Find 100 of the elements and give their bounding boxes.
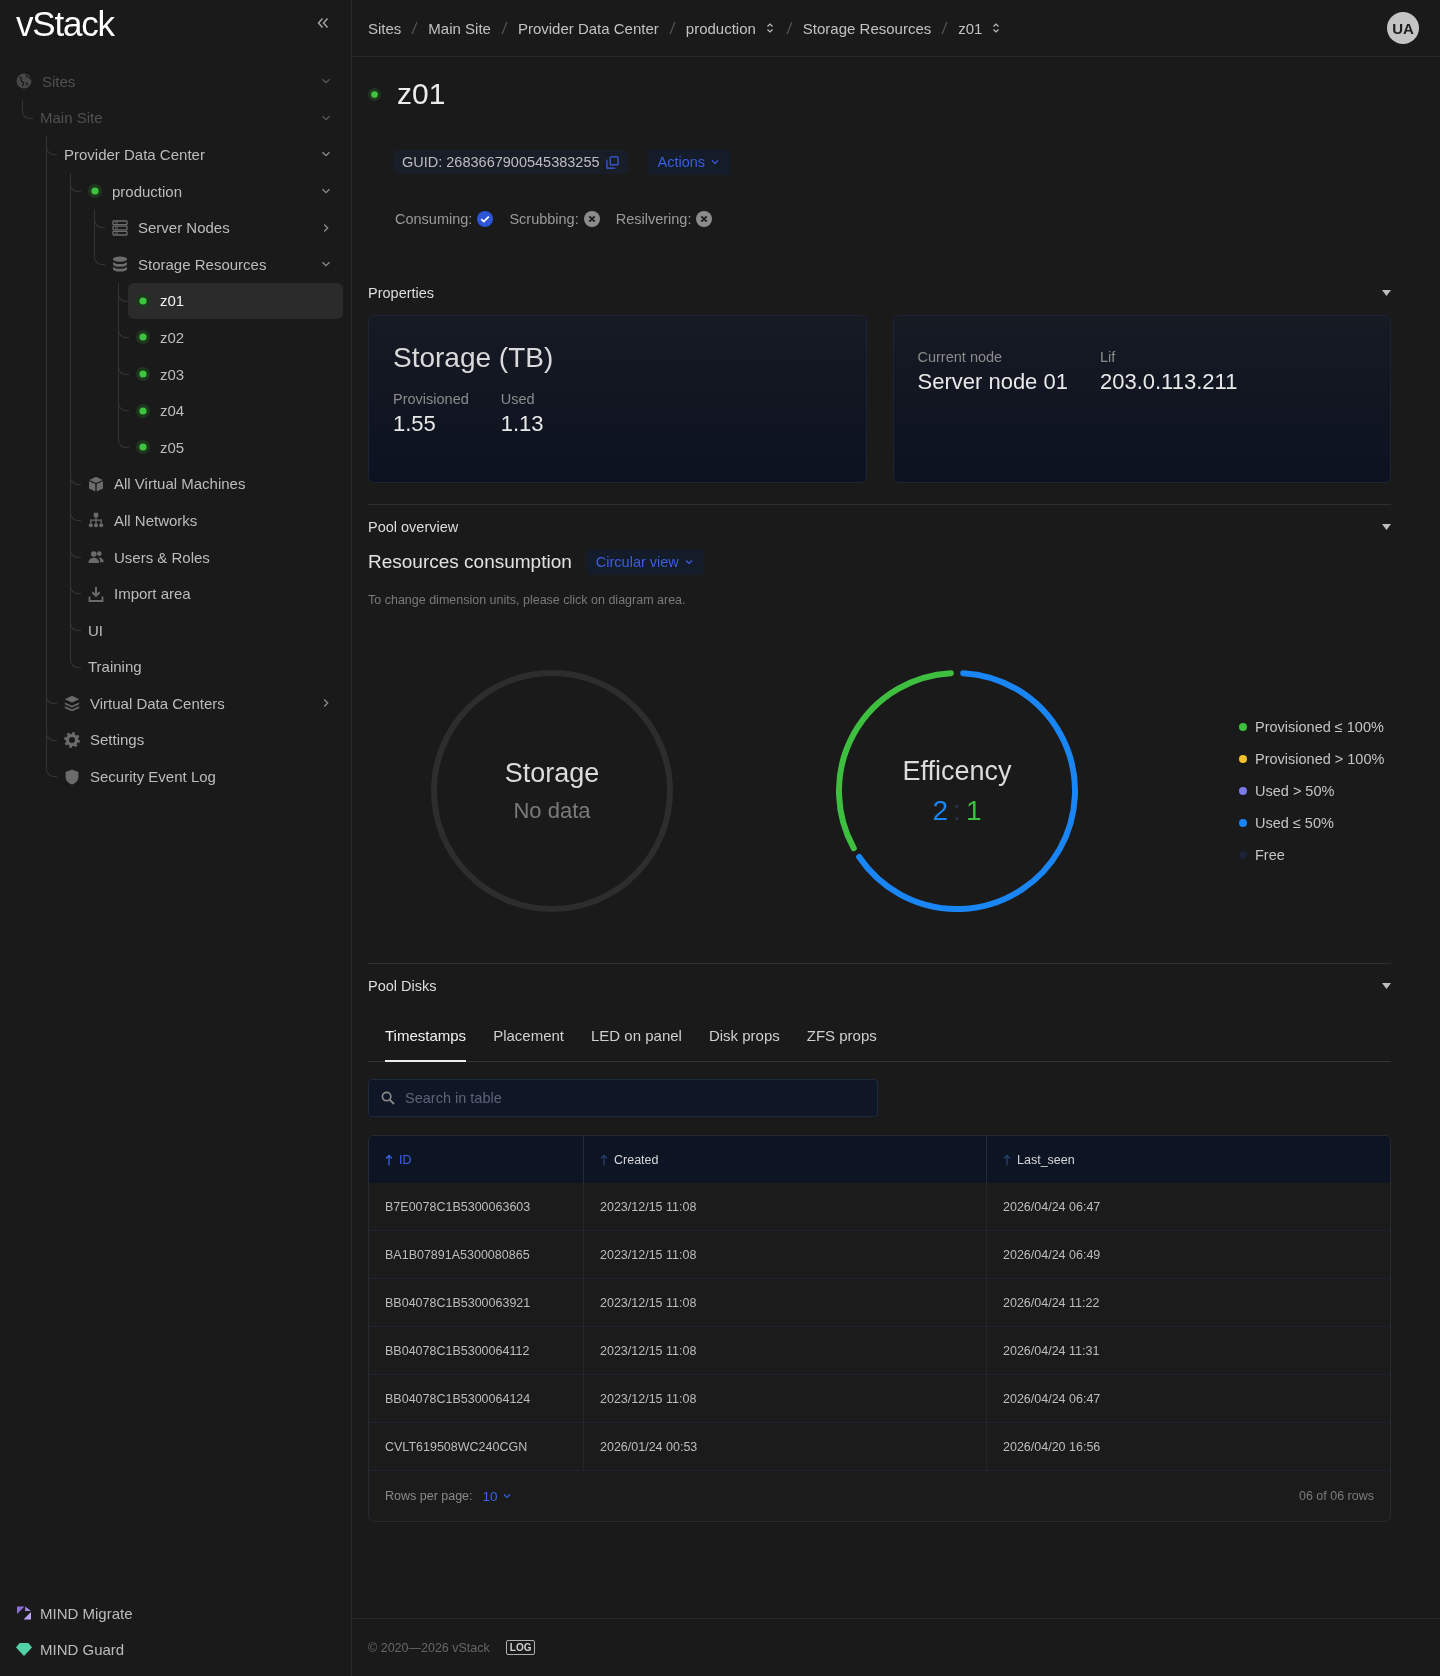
tree-item[interactable]: Users & Roles [80, 538, 343, 576]
page-title: z01 [397, 76, 446, 112]
section-header[interactable]: Properties [368, 281, 1391, 305]
tab[interactable]: LED on panel [591, 1010, 682, 1062]
breadcrumb-link[interactable]: Main Site [428, 19, 491, 37]
used-arc[interactable] [856, 670, 1078, 912]
tree-connector [118, 319, 129, 339]
layers-icon [64, 695, 80, 712]
tree-item[interactable]: Storage Resources [104, 245, 343, 283]
column-header[interactable]: ID [369, 1136, 583, 1183]
tree-connector [118, 392, 129, 412]
status-dot-icon [88, 184, 102, 199]
caret-icon[interactable] [1382, 983, 1391, 989]
tab[interactable]: Timestamps [385, 1010, 467, 1062]
tree-item[interactable]: z01 [128, 282, 343, 320]
table-cell: 2026/01/24 00:53 [583, 1423, 986, 1470]
table-cell: 2026/04/20 16:56 [986, 1423, 1390, 1470]
ring-subtitle: No data [513, 797, 591, 825]
flag-label: Resilvering: [615, 211, 692, 227]
tree-item[interactable]: All Virtual Machines [80, 465, 343, 503]
tree-item[interactable]: production [80, 172, 343, 210]
breadcrumb-link[interactable]: Provider Data Center [517, 19, 659, 37]
slash-icon [668, 21, 676, 35]
tree-connector [46, 721, 57, 741]
copyright-text: © 2020—2026 vStack [368, 1640, 490, 1655]
search-field[interactable]: Search in table [368, 1079, 878, 1117]
app-link[interactable]: MIND Guard [16, 1631, 125, 1667]
ring-title: Efficency [902, 755, 1012, 787]
tree-connector [46, 685, 57, 705]
table-cell: 2026/04/24 06:47 [986, 1183, 1390, 1230]
caret-icon[interactable] [1382, 290, 1391, 296]
tree-item[interactable]: Server Nodes [104, 209, 343, 246]
tree-item[interactable]: z05 [128, 428, 343, 466]
users-icon [88, 549, 104, 565]
section-header[interactable]: Pool overview [368, 515, 1391, 539]
migrate-logo-icon [16, 1605, 32, 1621]
network-icon [88, 512, 104, 529]
tree-item[interactable]: Import area [80, 575, 343, 612]
table-cell: 2023/12/15 11:08 [583, 1183, 986, 1230]
slash-icon [411, 21, 419, 35]
breadcrumb-link[interactable]: z01 [958, 19, 1003, 37]
tree-item[interactable]: Security Event Log [56, 758, 343, 795]
copy-icon[interactable] [605, 155, 619, 169]
field-value: 1.55 [393, 411, 437, 437]
rows-per-page-label: Rows per page: [385, 1489, 473, 1503]
caret-icon[interactable] [1382, 524, 1391, 530]
log-badge[interactable]: LOG [505, 1640, 536, 1655]
tree-connector [70, 575, 81, 595]
tree-item[interactable]: z02 [128, 319, 343, 356]
guid-text: GUID: 2683667900545383255 [402, 154, 600, 170]
breadcrumb-link[interactable]: Storage Resources [802, 19, 932, 37]
table-cell-text: BB04078C1B5300064112 [384, 1342, 531, 1360]
tree-connector [118, 355, 129, 375]
logo[interactable]: vStack [16, 5, 114, 43]
section-heading: Resources consumption [368, 551, 572, 573]
tree-item[interactable]: Settings [56, 721, 343, 759]
search-icon [381, 1091, 395, 1105]
shield-icon [64, 768, 80, 785]
breadcrumb-link[interactable]: Sites [368, 19, 402, 37]
tree-item[interactable]: Training [80, 648, 343, 686]
legend-label: Provisioned ≤ 100% [1255, 719, 1384, 735]
table-cell-text: CVLT619508WC240CGN [384, 1438, 529, 1456]
field-label: Provisioned [393, 391, 469, 407]
tree-connector [70, 172, 81, 192]
table-cell: 2026/04/24 11:31 [986, 1327, 1390, 1374]
card-title: Storage (TB) [393, 341, 555, 375]
tab[interactable]: Placement [493, 1010, 564, 1062]
tree-connector [118, 428, 129, 448]
tree-item[interactable]: z03 [128, 355, 343, 393]
tree-item[interactable]: Virtual Data Centers [56, 685, 343, 722]
sort-arrow-icon[interactable] [385, 1153, 393, 1166]
app-link[interactable]: MIND Migrate [16, 1595, 133, 1631]
status-dot-icon [136, 403, 150, 418]
tab[interactable]: ZFS props [806, 1010, 877, 1062]
gem-icon [16, 1641, 32, 1657]
chevron-icon [710, 157, 721, 167]
section-header[interactable]: Pool Disks [368, 974, 1391, 998]
tree-item[interactable]: z04 [128, 392, 343, 429]
breadcrumb-link[interactable]: production [685, 19, 776, 37]
collapse-icon[interactable] [316, 16, 330, 30]
table-cell: 2023/12/15 11:08 [583, 1327, 986, 1374]
tree-item[interactable]: All Networks [80, 502, 343, 539]
tree-item[interactable]: Provider Data Center [56, 136, 343, 173]
globe-icon [16, 73, 32, 90]
tab[interactable]: Disk props [708, 1010, 780, 1062]
server-icon [112, 219, 128, 236]
column-header[interactable]: Created [583, 1136, 986, 1183]
legend-label: Used > 50% [1255, 783, 1335, 799]
table-cell: 2026/04/24 06:47 [986, 1375, 1390, 1422]
row-count: 06 of 06 rows [1298, 1489, 1374, 1503]
tree-item[interactable]: UI [80, 611, 343, 649]
column-header[interactable]: Last_seen [986, 1136, 1390, 1183]
user-avatar[interactable]: UA [1387, 12, 1419, 44]
table-cell: 2026/04/24 11:22 [986, 1279, 1390, 1326]
tree-connector [94, 209, 105, 229]
chevron-icon [683, 557, 694, 567]
tree-connector [70, 465, 81, 485]
hint-text: To change dimension units, please click on diagram area. [368, 592, 687, 608]
legend-label: Provisioned > 100% [1255, 751, 1385, 767]
table-cell-text: BA1B07891A5300080865 [384, 1246, 531, 1264]
